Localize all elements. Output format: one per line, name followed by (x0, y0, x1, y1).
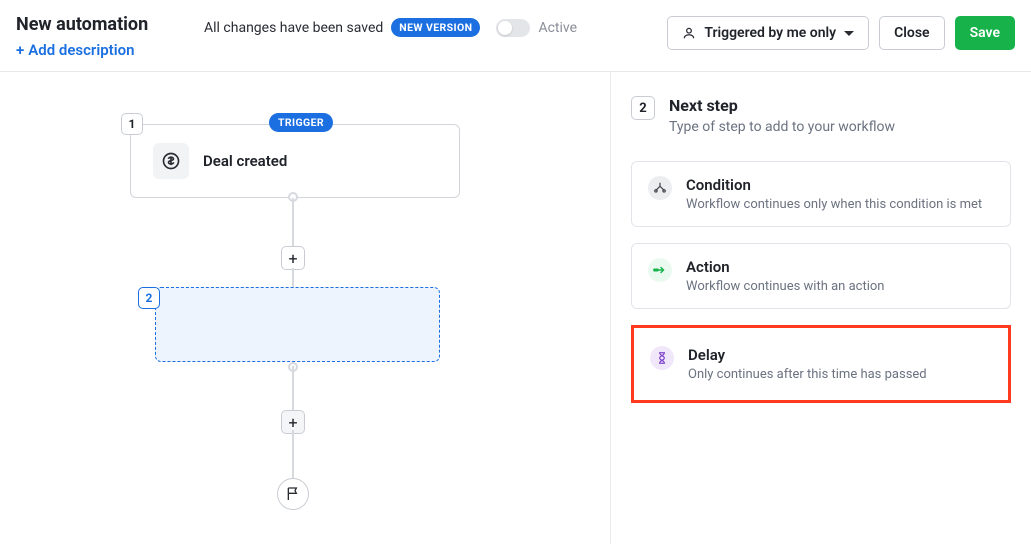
trigger-label: Deal created (203, 152, 287, 170)
step-badge-2: 2 (138, 287, 160, 309)
action-icon (648, 258, 672, 282)
workflow-canvas: 1 TRIGGER Deal created + 2 + (0, 72, 611, 544)
plus-icon: + (16, 41, 24, 59)
sidebar-subtitle: Type of step to add to your workflow (669, 119, 895, 135)
step-badge-1: 1 (121, 113, 143, 135)
end-node (277, 478, 309, 510)
save-status: All changes have been saved (204, 20, 383, 36)
condition-icon (648, 176, 672, 200)
deal-icon (153, 143, 189, 179)
option-delay[interactable]: Delay Only continues after this time has… (631, 325, 1011, 403)
empty-step-node[interactable]: 2 (155, 287, 440, 362)
chevron-down-icon (844, 31, 854, 36)
active-label: Active (538, 20, 577, 36)
save-label: Save (970, 25, 1000, 41)
visibility-label: Triggered by me only (704, 25, 836, 41)
version-badge: NEW VERSION (391, 18, 480, 37)
visibility-dropdown[interactable]: Triggered by me only (667, 16, 869, 50)
delay-icon (650, 346, 674, 370)
sidebar-step-number: 2 (631, 96, 655, 120)
add-description-label: Add description (28, 41, 134, 59)
option-title: Action (686, 258, 884, 276)
connector-line (292, 430, 294, 480)
person-icon (682, 26, 696, 40)
close-button[interactable]: Close (879, 16, 944, 50)
trigger-node[interactable]: 1 TRIGGER Deal created (130, 124, 460, 198)
active-toggle[interactable] (496, 19, 530, 37)
sidebar-title: Next step (669, 96, 895, 115)
option-desc: Workflow continues only when this condit… (686, 197, 982, 212)
header: New automation + Add description All cha… (0, 0, 1031, 72)
page-title: New automation (16, 14, 186, 35)
save-button[interactable]: Save (955, 16, 1015, 50)
trigger-badge: TRIGGER (269, 113, 333, 132)
connector-line (292, 366, 294, 412)
close-label: Close (894, 25, 929, 41)
option-title: Delay (688, 346, 927, 364)
option-action[interactable]: Action Workflow continues with an action (631, 243, 1011, 309)
option-condition[interactable]: Condition Workflow continues only when t… (631, 161, 1011, 227)
add-description-button[interactable]: + Add description (16, 41, 186, 59)
option-title: Condition (686, 176, 982, 194)
sidebar: 2 Next step Type of step to add to your … (611, 72, 1031, 544)
connector-line (292, 268, 294, 288)
option-desc: Workflow continues with an action (686, 279, 884, 294)
add-step-button[interactable]: + (281, 246, 305, 270)
option-desc: Only continues after this time has passe… (688, 367, 927, 382)
body: 1 TRIGGER Deal created + 2 + 2 Next step… (0, 72, 1031, 544)
